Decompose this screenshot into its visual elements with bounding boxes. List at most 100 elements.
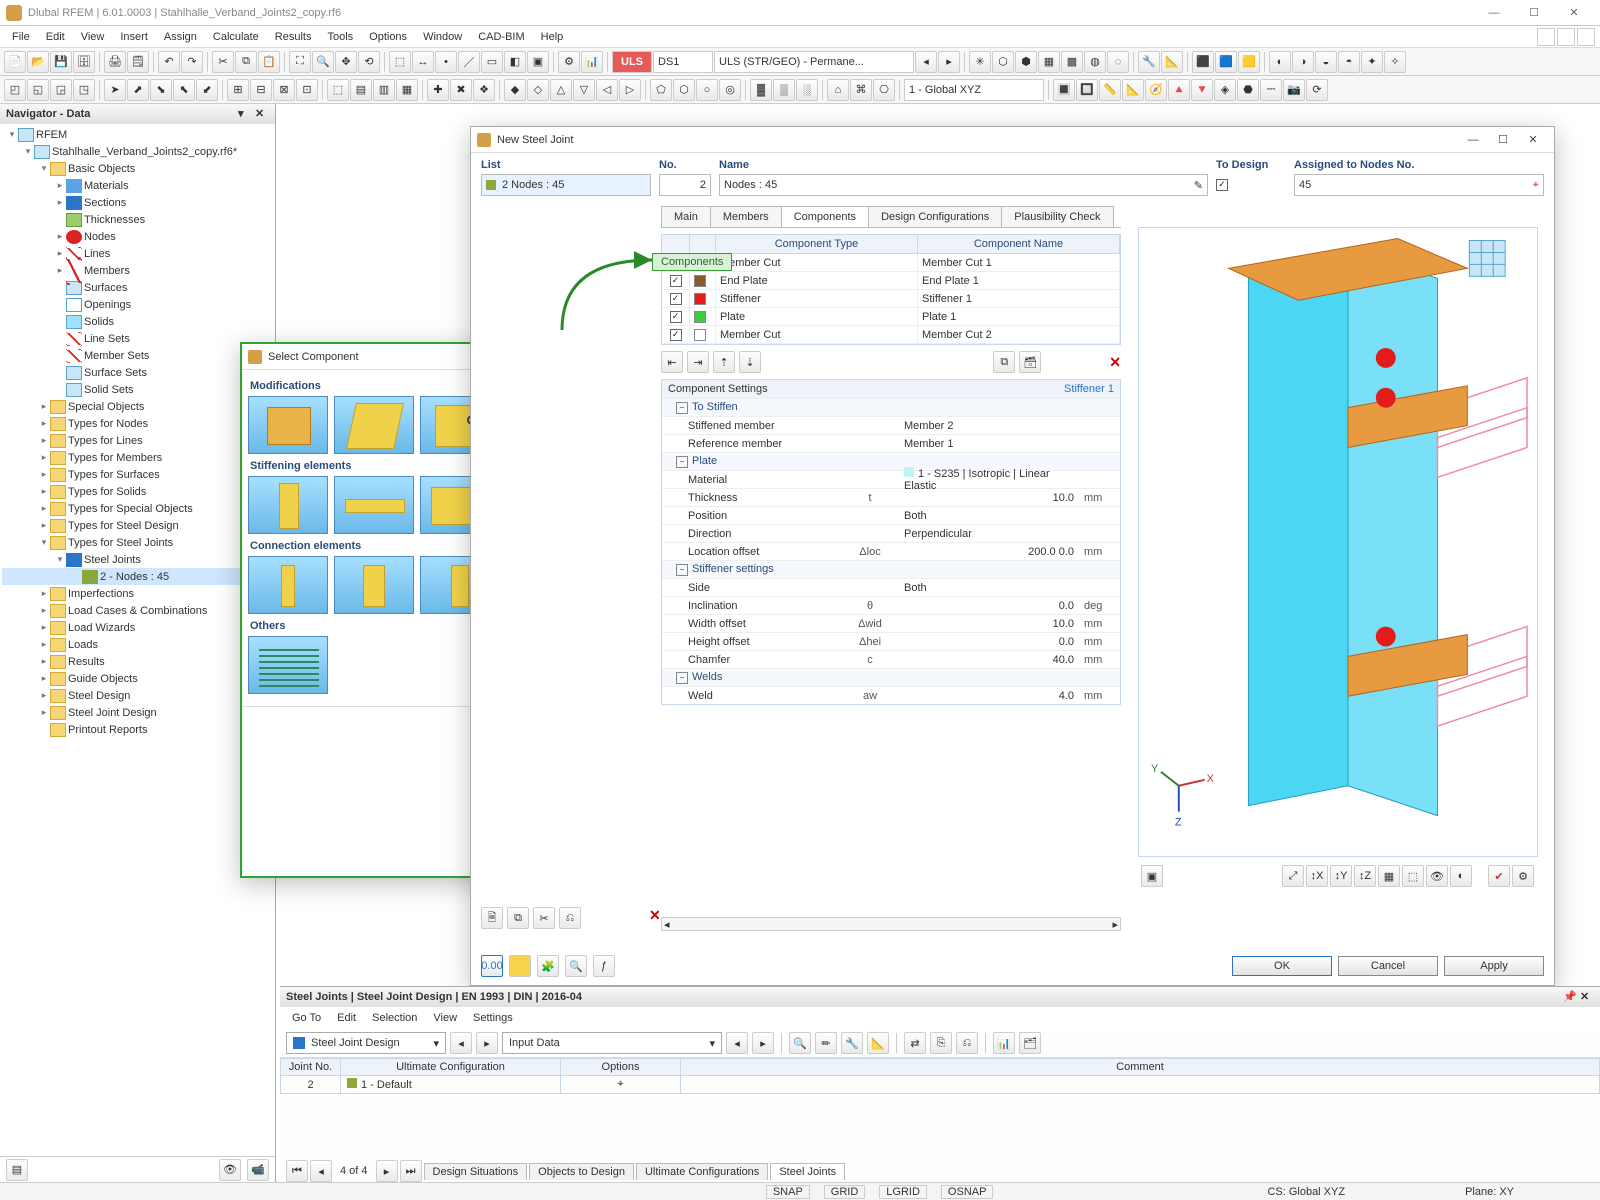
tab-first-icon[interactable]: ⏮ bbox=[286, 1160, 308, 1182]
status-osnap[interactable]: OSNAP bbox=[941, 1185, 994, 1199]
pv-gear-icon[interactable]: ⚙ bbox=[1512, 865, 1534, 887]
tree-openings[interactable]: Openings bbox=[2, 296, 273, 313]
move-down-icon[interactable]: ⇣ bbox=[739, 351, 761, 373]
dock-table[interactable]: Joint No. Ultimate Configuration Options… bbox=[280, 1058, 1600, 1094]
t2-icon-45[interactable]: ⬣ bbox=[1237, 79, 1259, 101]
settings-group[interactable]: −Welds bbox=[662, 668, 1120, 686]
table-row[interactable]: End Plate End Plate 1 bbox=[662, 272, 1120, 290]
pv-icon-5[interactable]: ▦ bbox=[1378, 865, 1400, 887]
redo-icon[interactable]: ↷ bbox=[181, 51, 203, 73]
member-icon[interactable]: ▭ bbox=[481, 51, 503, 73]
t2-icon-2[interactable]: ◱ bbox=[27, 79, 49, 101]
paste-icon[interactable]: 📋 bbox=[258, 51, 280, 73]
connection-thumb-1[interactable] bbox=[248, 556, 328, 614]
t2-icon-40[interactable]: 📐 bbox=[1122, 79, 1144, 101]
tree-file[interactable]: ▾Stahlhalle_Verband_Joints2_copy.rf6* bbox=[2, 143, 273, 160]
maximize-button[interactable]: ☐ bbox=[1514, 2, 1554, 24]
joint-dialog-maximize-icon[interactable]: ☐ bbox=[1488, 133, 1518, 146]
color-swatch-icon[interactable] bbox=[509, 955, 531, 977]
gen-icon-3[interactable]: ⬢ bbox=[1015, 51, 1037, 73]
edit-name-icon[interactable]: ✎ bbox=[1194, 179, 1203, 192]
move-icon[interactable]: ↔ bbox=[412, 51, 434, 73]
pv-icon-3[interactable]: ↕Y bbox=[1330, 865, 1352, 887]
t2-icon-13[interactable]: ⊡ bbox=[296, 79, 318, 101]
gen-icon-7[interactable]: ◌ bbox=[1107, 51, 1129, 73]
menu-results[interactable]: Results bbox=[267, 29, 320, 45]
t2-icon-4[interactable]: ◳ bbox=[73, 79, 95, 101]
prev-lc-icon[interactable]: ◂ bbox=[915, 51, 937, 73]
tab-main[interactable]: Main bbox=[661, 206, 711, 227]
tree-thicknesses[interactable]: Thicknesses bbox=[2, 211, 273, 228]
tool-icon-1[interactable]: ✂ bbox=[533, 907, 555, 929]
tab-last-icon[interactable]: ⏭ bbox=[400, 1160, 422, 1182]
status-snap[interactable]: SNAP bbox=[766, 1185, 810, 1199]
gen-icon-2[interactable]: ⬡ bbox=[992, 51, 1014, 73]
tree-materials[interactable]: ▸Materials bbox=[2, 177, 273, 194]
tree-sections[interactable]: ▸Sections bbox=[2, 194, 273, 211]
calculation-icon[interactable]: ⚙ bbox=[558, 51, 580, 73]
new-item-icon[interactable]: 🗎 bbox=[481, 907, 503, 929]
t2-icon-24[interactable]: ▽ bbox=[573, 79, 595, 101]
tab-components[interactable]: Components bbox=[781, 206, 869, 227]
dock-menu-edit[interactable]: Edit bbox=[329, 1010, 364, 1026]
t2-icon-29[interactable]: ○ bbox=[696, 79, 718, 101]
gen-icon-10[interactable]: ⬛ bbox=[1192, 51, 1214, 73]
footer-icon-2[interactable]: 🔍 bbox=[565, 955, 587, 977]
settings-group[interactable]: −To Stiffen bbox=[662, 398, 1120, 416]
joint-dialog-close-icon[interactable]: ✕ bbox=[1518, 133, 1548, 146]
dock-tab-design-situations[interactable]: Design Situations bbox=[424, 1163, 528, 1180]
dock-tool-5[interactable]: ⇄ bbox=[904, 1032, 926, 1054]
gen-icon-4[interactable]: ▦ bbox=[1038, 51, 1060, 73]
dock-tool-4[interactable]: 📐 bbox=[867, 1032, 889, 1054]
pv-icon-8[interactable]: ◐ bbox=[1450, 865, 1472, 887]
save-icon[interactable]: 💾 bbox=[50, 51, 72, 73]
t2-icon-21[interactable]: ◆ bbox=[504, 79, 526, 101]
tree-types-steel-joints[interactable]: ▾Types for Steel Joints bbox=[2, 534, 273, 551]
menu-file[interactable]: File bbox=[4, 29, 38, 45]
mdi-restore-icon[interactable] bbox=[1557, 28, 1575, 46]
status-grid[interactable]: GRID bbox=[824, 1185, 866, 1199]
tree-steel-joint-design[interactable]: ▸Steel Joint Design bbox=[2, 704, 273, 721]
panel-dropdown-icon[interactable]: ▾ bbox=[238, 107, 252, 121]
t2-icon-33[interactable]: ░ bbox=[796, 79, 818, 101]
dock-menu-selection[interactable]: Selection bbox=[364, 1010, 425, 1026]
dock-tool-2[interactable]: ✏ bbox=[815, 1032, 837, 1054]
name-field[interactable]: Nodes : 45✎ bbox=[719, 174, 1208, 196]
dock-close-icon[interactable]: ✕ bbox=[1580, 990, 1594, 1004]
modification-thumb-2[interactable] bbox=[334, 396, 414, 454]
t2-icon-38[interactable]: 🔲 bbox=[1076, 79, 1098, 101]
t2-icon-32[interactable]: ▒ bbox=[773, 79, 795, 101]
open-file-icon[interactable]: 📂 bbox=[27, 51, 49, 73]
todesign-checkbox[interactable] bbox=[1216, 179, 1228, 191]
print-preview-icon[interactable]: 🗒 bbox=[127, 51, 149, 73]
t2-icon-46[interactable]: ⎓ bbox=[1260, 79, 1282, 101]
dock-tab-steel-joints[interactable]: Steel Joints bbox=[770, 1163, 845, 1180]
menu-options[interactable]: Options bbox=[361, 29, 415, 45]
design-situation-combo[interactable]: DS1 bbox=[653, 51, 713, 73]
tree-types-solids[interactable]: ▸Types for Solids bbox=[2, 483, 273, 500]
dock-tab-ultimate[interactable]: Ultimate Configurations bbox=[636, 1163, 768, 1180]
pv-icon-2[interactable]: ↕X bbox=[1306, 865, 1328, 887]
tree-surfaces[interactable]: Surfaces bbox=[2, 279, 273, 296]
decimals-icon[interactable]: 0.00 bbox=[481, 955, 503, 977]
dock-menu-goto[interactable]: Go To bbox=[284, 1010, 329, 1026]
tree-root[interactable]: ▾RFEM bbox=[2, 126, 273, 143]
tab-plausibility[interactable]: Plausibility Check bbox=[1001, 206, 1113, 227]
row-checkbox[interactable] bbox=[670, 311, 682, 323]
t2-icon-23[interactable]: △ bbox=[550, 79, 572, 101]
dock-tool-6[interactable]: ⎘ bbox=[930, 1032, 952, 1054]
table-row[interactable]: Stiffener Stiffener 1 bbox=[662, 290, 1120, 308]
gen-icon-11[interactable]: 🟦 bbox=[1215, 51, 1237, 73]
results-icon[interactable]: 📊 bbox=[581, 51, 603, 73]
no-field[interactable]: 2 bbox=[659, 174, 711, 196]
gen-icon-16[interactable]: ◓ bbox=[1338, 51, 1360, 73]
settings-row[interactable]: PositionBoth bbox=[662, 506, 1120, 524]
t2-icon-42[interactable]: 🔺 bbox=[1168, 79, 1190, 101]
settings-row[interactable]: DirectionPerpendicular bbox=[662, 524, 1120, 542]
load-combination-combo[interactable]: ULS (STR/GEO) - Permane... bbox=[714, 51, 914, 73]
t2-icon-12[interactable]: ⊠ bbox=[273, 79, 295, 101]
gen-icon-17[interactable]: ✦ bbox=[1361, 51, 1383, 73]
menu-help[interactable]: Help bbox=[533, 29, 572, 45]
pick-node-icon[interactable]: ⌖ bbox=[1533, 179, 1539, 192]
t2-icon-31[interactable]: ▓ bbox=[750, 79, 772, 101]
